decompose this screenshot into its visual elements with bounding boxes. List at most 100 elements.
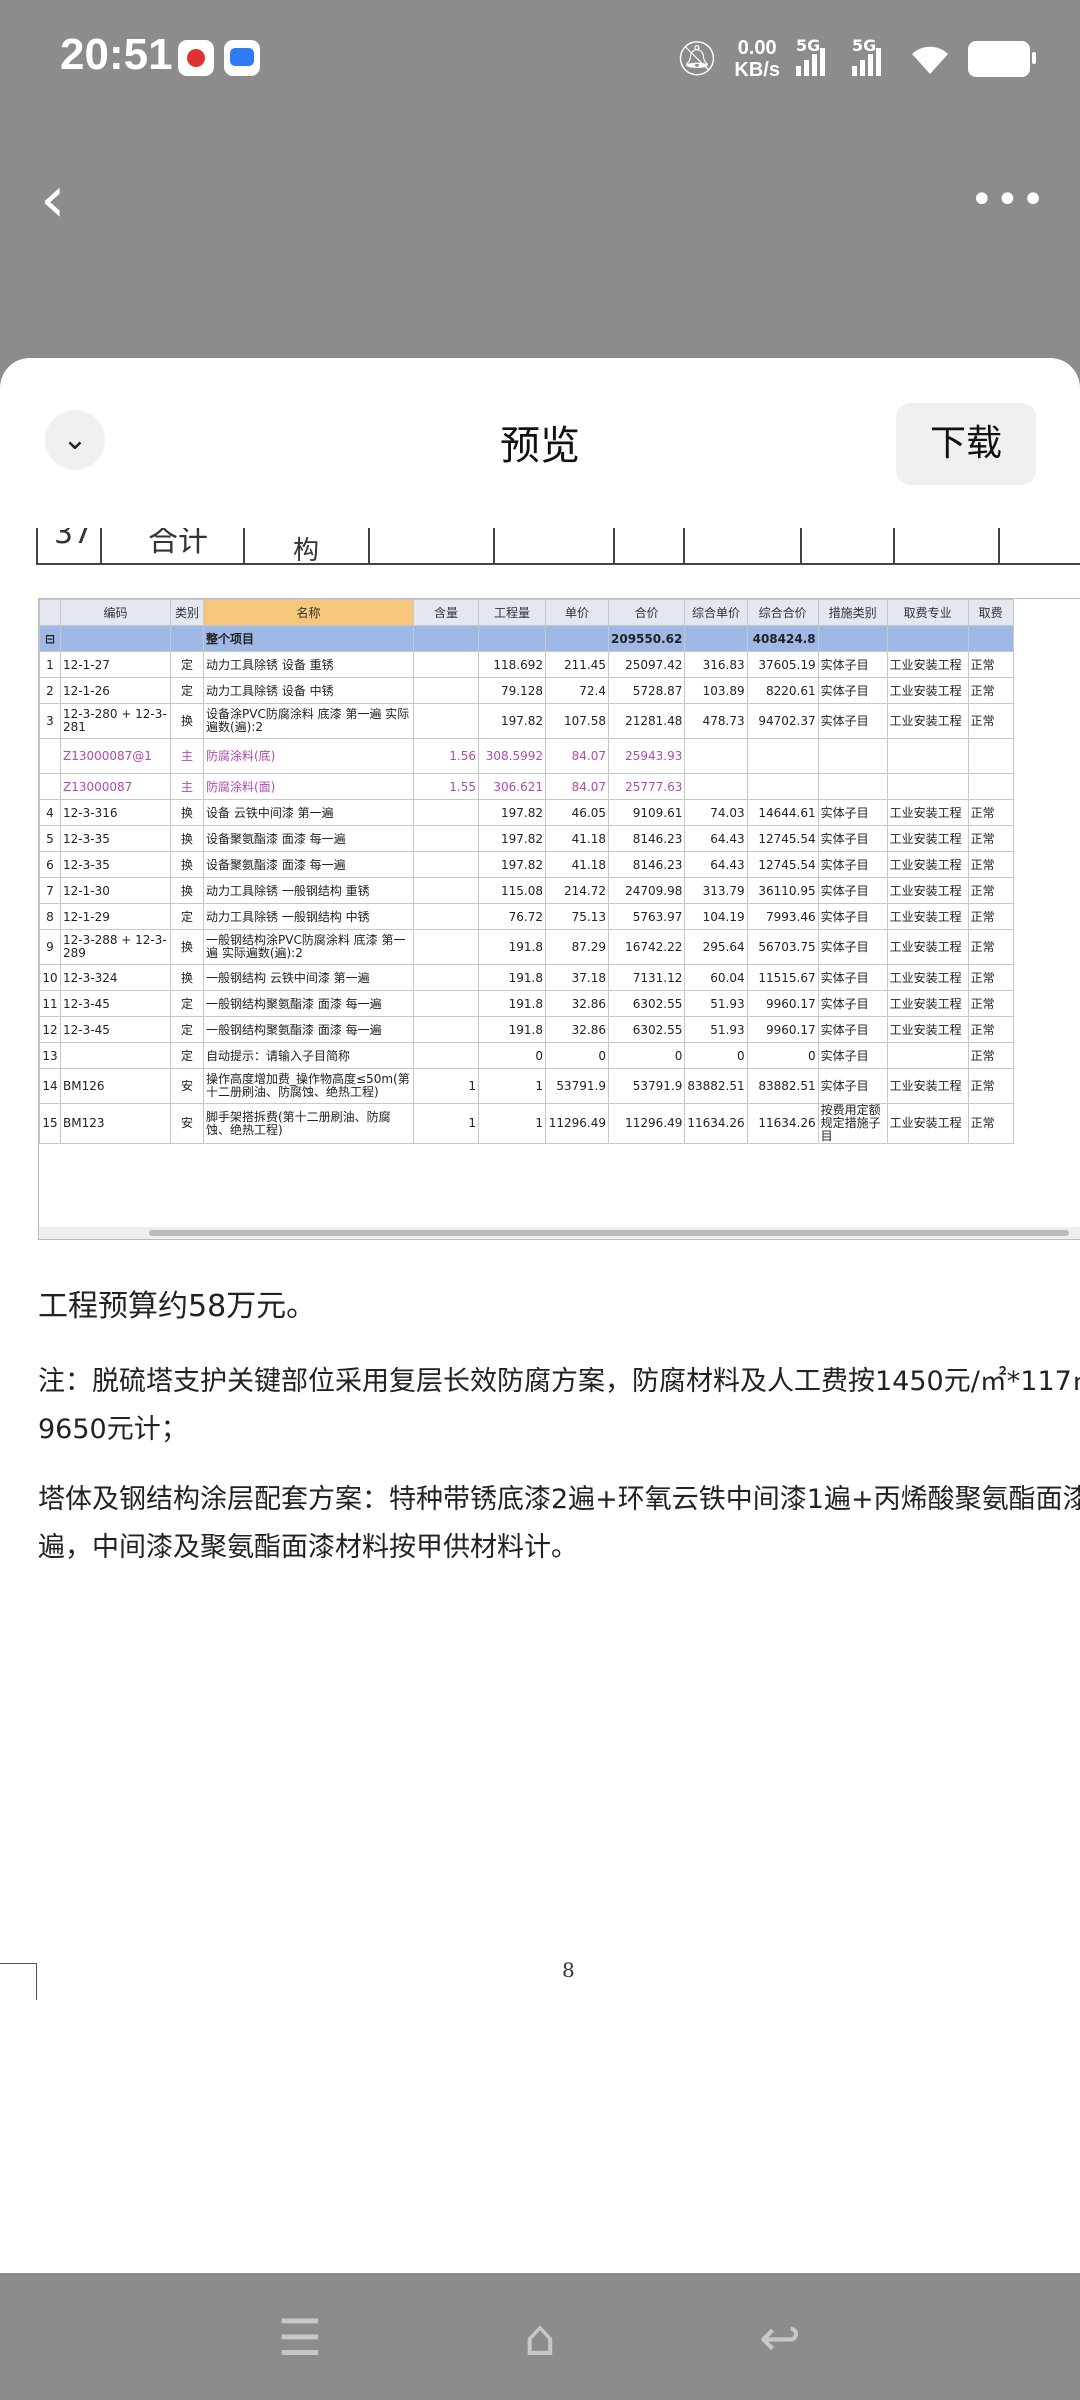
table-row[interactable]: Z13000087 主防腐涂料(面) 1.55 306.621 84.07 25777.6… xyxy=(39,773,1014,800)
row-comp-total xyxy=(746,738,819,774)
row-total: 24709.98 xyxy=(607,877,686,904)
row-qty xyxy=(413,825,479,852)
row-index: 6 xyxy=(39,851,61,878)
row-fee: 正常 xyxy=(967,703,1014,739)
group-total: 209550.62 xyxy=(607,625,686,652)
row-comp-price: 0 xyxy=(684,1042,748,1069)
row-name: 动力工具除锈 设备 重锈 xyxy=(203,651,414,678)
row-spec: 工业安装工程 xyxy=(886,990,969,1017)
row-fee: 正常 xyxy=(967,1042,1014,1069)
back-chevron-icon[interactable]: ‹ xyxy=(40,165,110,235)
table-row[interactable]: 11 12-3-45 定一般钢结构聚氨酯漆 面漆 每一遍 191.8 32.86 6302… xyxy=(39,990,1014,1017)
row-total: 8146.23 xyxy=(607,825,686,852)
row-amount: 191.8 xyxy=(478,990,546,1017)
row-comp-total: 94702.37 xyxy=(746,703,819,739)
clock: 20:51 xyxy=(60,30,173,79)
row-name: 一般钢结构聚氨酯漆 面漆 每一遍 xyxy=(203,1016,414,1043)
table-row[interactable]: 12 12-3-45 定一般钢结构聚氨酯漆 面漆 每一遍 191.8 32.86 6302… xyxy=(39,1016,1014,1043)
row-measure: 实体子目 xyxy=(817,851,888,878)
row-amount: 1 xyxy=(478,1103,546,1144)
row-comp-total: 9960.17 xyxy=(746,990,819,1017)
row-price: 46.05 xyxy=(545,799,609,826)
header-code: 编码 xyxy=(60,599,171,626)
battery-icon xyxy=(968,41,1036,77)
row-type: 主 xyxy=(170,738,204,774)
table-row[interactable]: 14 BM126 安操作高度增加费_操作物高度≤50m(第十二册刷油、防腐蚀、绝热工… xyxy=(39,1068,1014,1104)
note-line-2: 9650元计； xyxy=(38,1414,188,1445)
table-row[interactable]: 8 12-1-29 定动力工具除锈 一般钢结构 中锈 76.72 75.13 5763.9… xyxy=(39,903,1014,930)
group-row[interactable]: ⊟ 整个项目 209550.62 408424.8 xyxy=(39,625,1014,652)
table-row[interactable]: Z13000087@1 主防腐涂料(底) 1.56 308.5992 84.07 2594… xyxy=(39,738,1014,774)
table-row[interactable]: 9 12-3-288 + 12-3-289 换一般钢结构涂PVC防腐涂料 底漆 第一… xyxy=(39,929,1014,965)
row-spec: 工业安装工程 xyxy=(886,877,969,904)
row-name: 设备聚氨酯漆 面漆 每一遍 xyxy=(203,851,414,878)
row-total: 11296.49 xyxy=(607,1103,686,1144)
menu-icon[interactable]: ☰ xyxy=(265,2303,335,2373)
row-measure: 实体子目 xyxy=(817,1068,888,1104)
row-comp-price: 51.93 xyxy=(684,1016,748,1043)
document-preview[interactable]: 37 合计 构 编码 类别 名称 含量 工程量 单价 合价 综合单价 综合合价 … xyxy=(0,528,1080,2273)
row-measure xyxy=(817,738,888,774)
row-qty xyxy=(413,703,479,739)
row-price: 37.18 xyxy=(545,964,609,991)
table-row[interactable]: 13 定自动提示：请输入子目简称 0 0 0 0 0 实体子目 正常 xyxy=(39,1042,1014,1069)
row-name: 操作高度增加费_操作物高度≤50m(第十二册刷油、防腐蚀、绝热工程) xyxy=(203,1068,414,1104)
table-row[interactable]: 10 12-3-324 换一般钢结构 云铁中间漆 第一遍 191.8 37.18 7131… xyxy=(39,964,1014,991)
budget-text: 工程预算约58万元。 xyxy=(38,1289,317,1324)
row-spec xyxy=(886,773,969,800)
row-name: 防腐涂料(面) xyxy=(203,773,414,800)
row-index: 2 xyxy=(39,677,61,704)
wifi-icon xyxy=(912,46,948,74)
row-name: 动力工具除锈 设备 中锈 xyxy=(203,677,414,704)
group-toggle[interactable]: ⊟ xyxy=(39,625,61,652)
row-code: 12-3-35 xyxy=(60,851,171,878)
table-row[interactable]: 6 12-3-35 换设备聚氨酯漆 面漆 每一遍 197.82 41.18 8146.23… xyxy=(39,851,1014,878)
row-name: 一般钢结构聚氨酯漆 面漆 每一遍 xyxy=(203,990,414,1017)
row-index: 15 xyxy=(39,1103,61,1144)
row-type: 定 xyxy=(170,1016,204,1043)
row-comp-price: 83882.51 xyxy=(684,1068,748,1104)
row-code xyxy=(60,1042,171,1069)
row-amount: 76.72 xyxy=(478,903,546,930)
table-row[interactable]: 4 12-3-316 换设备 云铁中间漆 第一遍 197.82 46.05 9109.61… xyxy=(39,799,1014,826)
row-type: 定 xyxy=(170,903,204,930)
table-row[interactable]: 7 12-1-30 换动力工具除锈 一般钢结构 重锈 115.08 214.72 2470… xyxy=(39,877,1014,904)
table-row[interactable]: 5 12-3-35 换设备聚氨酯漆 面漆 每一遍 197.82 41.18 8146.23… xyxy=(39,825,1014,852)
row-amount: 308.5992 xyxy=(478,738,546,774)
spreadsheet-screenshot: 编码 类别 名称 含量 工程量 单价 合价 综合单价 综合合价 措施类别 取费专… xyxy=(38,598,1080,1240)
row-spec xyxy=(886,738,969,774)
row-qty xyxy=(413,877,479,904)
table-row[interactable]: 15 BM123 安脚手架搭拆费(第十二册刷油、防腐蚀、绝热工程) 1 1 11296.4… xyxy=(39,1103,1014,1144)
table-row[interactable]: 2 12-1-26 定动力工具除锈 设备 中锈 79.128 72.4 5728.87 10… xyxy=(39,677,1014,704)
row-comp-price: 11634.26 xyxy=(684,1103,748,1144)
row-name: 动力工具除锈 一般钢结构 中锈 xyxy=(203,903,414,930)
row-comp-total: 14644.61 xyxy=(746,799,819,826)
row-comp-total: 11515.67 xyxy=(746,964,819,991)
row-index xyxy=(39,738,61,774)
row-name: 防腐涂料(底) xyxy=(203,738,414,774)
row-type: 换 xyxy=(170,851,204,878)
home-icon[interactable]: ⌂ xyxy=(505,2303,575,2373)
row-price: 72.4 xyxy=(545,677,609,704)
row-index: 3 xyxy=(39,703,61,739)
network-speed-unit: KB/s xyxy=(734,59,780,81)
row-index: 10 xyxy=(39,964,61,991)
sheet-header: ⌄ 预览 下载 xyxy=(0,358,1080,528)
row-spec: 工业安装工程 xyxy=(886,703,969,739)
row-comp-total: 83882.51 xyxy=(746,1068,819,1104)
more-horizontal-icon[interactable]: ••• xyxy=(970,175,1045,225)
table-row[interactable]: 3 12-3-280 + 12-3-281 换设备涂PVC防腐涂料 底漆 第一遍 实… xyxy=(39,703,1014,739)
header-comp-price: 综合单价 xyxy=(684,599,748,626)
table-row[interactable]: 1 12-1-27 定动力工具除锈 设备 重锈 118.692 211.45 25097.… xyxy=(39,651,1014,678)
row-amount: 115.08 xyxy=(478,877,546,904)
header-index xyxy=(39,599,61,626)
header-price: 单价 xyxy=(545,599,609,626)
back-icon[interactable]: ↩ xyxy=(745,2303,815,2373)
row-code: 12-3-280 + 12-3-281 xyxy=(60,703,171,739)
prev-row-text: 构 xyxy=(293,536,320,566)
row-spec: 工业安装工程 xyxy=(886,929,969,965)
row-index xyxy=(39,773,61,800)
system-nav-bar: ☰ ⌂ ↩ xyxy=(0,2273,1080,2400)
download-button[interactable]: 下载 xyxy=(896,403,1036,485)
row-comp-total xyxy=(746,773,819,800)
